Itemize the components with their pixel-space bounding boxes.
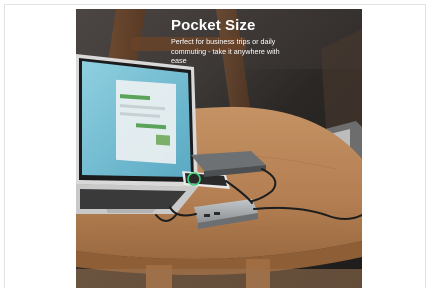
laptop: [76, 54, 198, 214]
subheading: Perfect for business trips or daily comm…: [171, 37, 280, 65]
headline: Pocket Size: [171, 17, 256, 34]
